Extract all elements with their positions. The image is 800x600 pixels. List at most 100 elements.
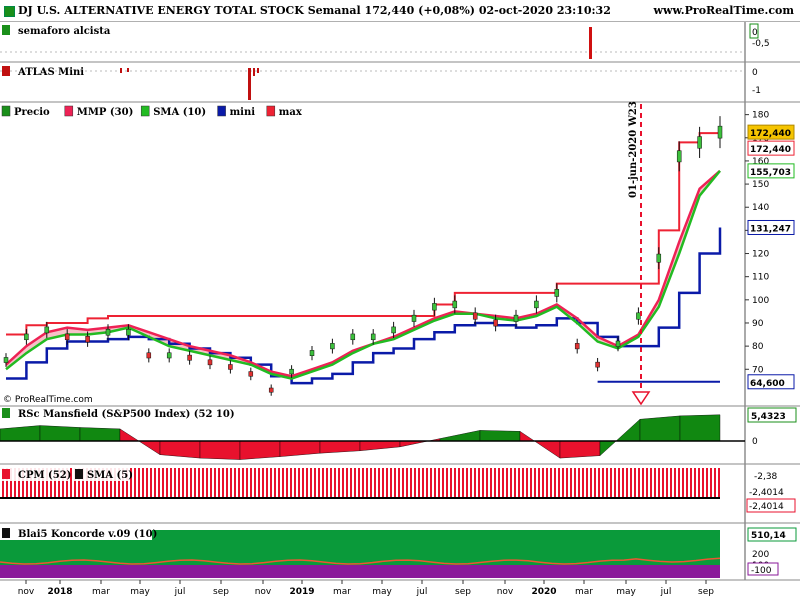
cpm-bar bbox=[150, 468, 152, 498]
cpm-bar bbox=[278, 468, 280, 498]
price-candle bbox=[268, 387, 274, 393]
blai5-label: Blai5 Koncorde v.09 (10) bbox=[18, 529, 157, 540]
price-tick-label: 90 bbox=[752, 319, 764, 329]
cpm-bar bbox=[682, 468, 684, 498]
cpm-bar bbox=[574, 468, 576, 498]
price-tick-label: 140 bbox=[752, 203, 769, 213]
price-badge-value: 155,703 bbox=[750, 168, 791, 178]
cpm-bar bbox=[494, 468, 496, 498]
cpm-bar bbox=[518, 468, 520, 498]
cpm-bar bbox=[430, 468, 432, 498]
cpm-bar bbox=[654, 468, 656, 498]
rsc-segment bbox=[79, 427, 121, 442]
cpm-tick-2: -2,4014 bbox=[749, 502, 784, 512]
x-tick-label: 2019 bbox=[289, 587, 314, 597]
cpm-bar bbox=[410, 468, 412, 498]
cpm-bar bbox=[590, 468, 592, 498]
cpm-bar bbox=[594, 468, 596, 498]
watermark: © ProRealTime.com bbox=[3, 395, 93, 405]
legend-entry: Precio bbox=[14, 107, 50, 118]
cpm-legend-swatch bbox=[2, 469, 10, 479]
price-candle bbox=[636, 312, 641, 320]
legend-swatch bbox=[217, 105, 226, 117]
x-tick-label: 2018 bbox=[47, 587, 72, 597]
cpm-bar bbox=[154, 468, 156, 498]
price-candle bbox=[615, 340, 621, 347]
cpm-bar bbox=[614, 468, 616, 498]
cpm-bar bbox=[630, 468, 632, 498]
cpm-bar bbox=[570, 468, 572, 498]
cpm-bar bbox=[386, 468, 388, 498]
cpm-bar bbox=[374, 468, 376, 498]
cpm-bar bbox=[342, 468, 344, 498]
cpm-bar bbox=[582, 468, 584, 498]
cpm-bar bbox=[566, 468, 568, 498]
cpm-bar bbox=[362, 468, 364, 498]
rsc-segment bbox=[679, 414, 721, 442]
cpm-bar bbox=[174, 468, 176, 498]
semaforo-bar bbox=[589, 27, 592, 59]
price-candle bbox=[717, 125, 723, 139]
cpm-bar bbox=[226, 468, 228, 498]
cpm-bar bbox=[334, 468, 336, 498]
rsc-legend-swatch bbox=[2, 408, 10, 418]
cpm-bar bbox=[222, 468, 224, 498]
cpm-bar bbox=[310, 468, 312, 498]
cpm-bar bbox=[674, 468, 676, 498]
cpm-bar bbox=[678, 468, 680, 498]
cpm-bar bbox=[366, 468, 368, 498]
price-candle bbox=[248, 371, 254, 377]
x-tick-label: sep bbox=[698, 587, 714, 597]
cpm-bar bbox=[378, 468, 380, 498]
price-candle bbox=[391, 326, 396, 334]
price-candle bbox=[85, 336, 90, 343]
x-tick-label: sep bbox=[213, 587, 229, 597]
cpm-bar bbox=[670, 468, 672, 498]
legend-swatch bbox=[266, 105, 276, 117]
cpm-bar bbox=[426, 468, 428, 498]
blai5-panel: Blai5 Koncorde v.09 (10) 510,14 200 100 … bbox=[0, 526, 797, 578]
cpm-bar bbox=[350, 468, 352, 498]
cpm-bar bbox=[306, 468, 308, 498]
price-candle bbox=[64, 333, 70, 341]
cpm-bar bbox=[442, 468, 444, 498]
cpm-bar bbox=[210, 468, 212, 498]
x-tick-label: may bbox=[616, 587, 636, 597]
x-tick-label: mar bbox=[575, 587, 593, 597]
rsc-segment bbox=[199, 440, 241, 460]
price-candle bbox=[513, 314, 519, 322]
cpm-bar bbox=[402, 468, 404, 498]
x-tick-label: sep bbox=[455, 587, 471, 597]
cpm-bar bbox=[446, 468, 448, 498]
price-candle bbox=[534, 300, 539, 309]
cpm-bar bbox=[298, 468, 300, 498]
price-candle bbox=[105, 328, 111, 336]
cpm-bar bbox=[506, 468, 508, 498]
price-candle bbox=[146, 352, 152, 359]
x-tick-label: jul bbox=[660, 587, 672, 597]
annotation-text: 01-jun-2020 W23 bbox=[628, 101, 639, 198]
cpm-bar bbox=[466, 468, 468, 498]
cpm-bar bbox=[282, 468, 284, 498]
cpm-bar bbox=[490, 468, 492, 498]
price-candle bbox=[554, 289, 560, 297]
price-tick-label: 80 bbox=[752, 342, 764, 352]
price-candle bbox=[166, 352, 172, 359]
cpm-tick-1: -2,4014 bbox=[749, 488, 784, 498]
cpm-bar bbox=[470, 468, 472, 498]
atlas-tick-1: -1 bbox=[752, 86, 761, 96]
price-badge-value: 131,247 bbox=[750, 224, 791, 234]
price-candle bbox=[370, 333, 376, 341]
rsc-tick-1: 0 bbox=[752, 437, 758, 447]
cpm-bar bbox=[322, 468, 324, 498]
cpm-bar bbox=[382, 468, 384, 498]
cpm-bar bbox=[346, 468, 348, 498]
atlas-bar bbox=[257, 68, 259, 73]
cpm-tick-0: -2,38 bbox=[754, 472, 778, 482]
cpm-bar bbox=[294, 468, 296, 498]
rsc-segment bbox=[39, 425, 81, 442]
atlas-bar bbox=[253, 68, 255, 76]
cpm-bar bbox=[258, 468, 260, 498]
cpm-bar bbox=[178, 468, 180, 498]
price-candle bbox=[452, 300, 458, 309]
